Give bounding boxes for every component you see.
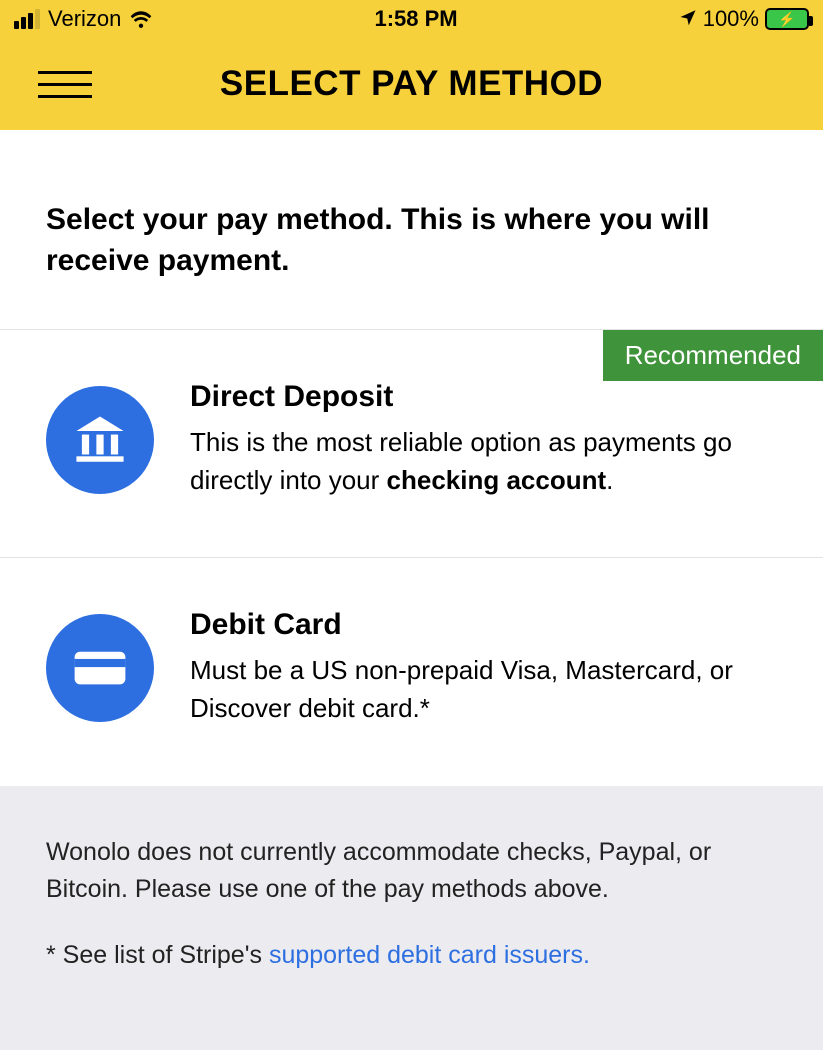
status-left: Verizon bbox=[14, 6, 153, 32]
battery-pct: 100% bbox=[703, 6, 759, 32]
footer-note: Wonolo does not currently accommodate ch… bbox=[0, 786, 823, 1050]
carrier-label: Verizon bbox=[48, 6, 121, 32]
card-icon bbox=[46, 614, 154, 722]
signal-icon bbox=[14, 9, 40, 29]
wifi-icon bbox=[129, 10, 153, 28]
status-bar: Verizon 1:58 PM 100% ⚡ bbox=[0, 0, 823, 38]
desc-bold: checking account bbox=[387, 465, 607, 495]
bank-icon bbox=[46, 386, 154, 494]
option-body: Direct Deposit This is the most reliable… bbox=[190, 380, 777, 499]
option-title: Direct Deposit bbox=[190, 380, 777, 414]
supported-issuers-link[interactable]: supported debit card issuers. bbox=[269, 941, 590, 969]
nav-header: SELECT PAY METHOD bbox=[0, 38, 823, 130]
page-title: SELECT PAY METHOD bbox=[0, 64, 823, 104]
option-body: Debit Card Must be a US non-prepaid Visa… bbox=[190, 608, 777, 727]
asterisk-prefix: * See list of Stripe's bbox=[46, 941, 269, 969]
desc-suffix: . bbox=[606, 465, 613, 495]
option-title: Debit Card bbox=[190, 608, 777, 642]
recommended-badge: Recommended bbox=[603, 330, 823, 381]
battery-icon: ⚡ bbox=[765, 8, 809, 30]
menu-button[interactable] bbox=[38, 71, 92, 98]
intro-text: Select your pay method. This is where yo… bbox=[46, 200, 777, 281]
status-right: 100% ⚡ bbox=[679, 6, 809, 32]
option-direct-deposit[interactable]: Recommended Direct Deposit This is the m… bbox=[0, 329, 823, 557]
status-time: 1:58 PM bbox=[374, 6, 457, 32]
intro-section: Select your pay method. This is where yo… bbox=[0, 130, 823, 329]
option-desc: Must be a US non-prepaid Visa, Mastercar… bbox=[190, 652, 777, 727]
footer-asterisk: * See list of Stripe's supported debit c… bbox=[46, 937, 777, 975]
footer-text: Wonolo does not currently accommodate ch… bbox=[46, 834, 777, 909]
location-icon bbox=[679, 6, 697, 32]
option-debit-card[interactable]: Debit Card Must be a US non-prepaid Visa… bbox=[0, 557, 823, 785]
option-desc: This is the most reliable option as paym… bbox=[190, 424, 777, 499]
